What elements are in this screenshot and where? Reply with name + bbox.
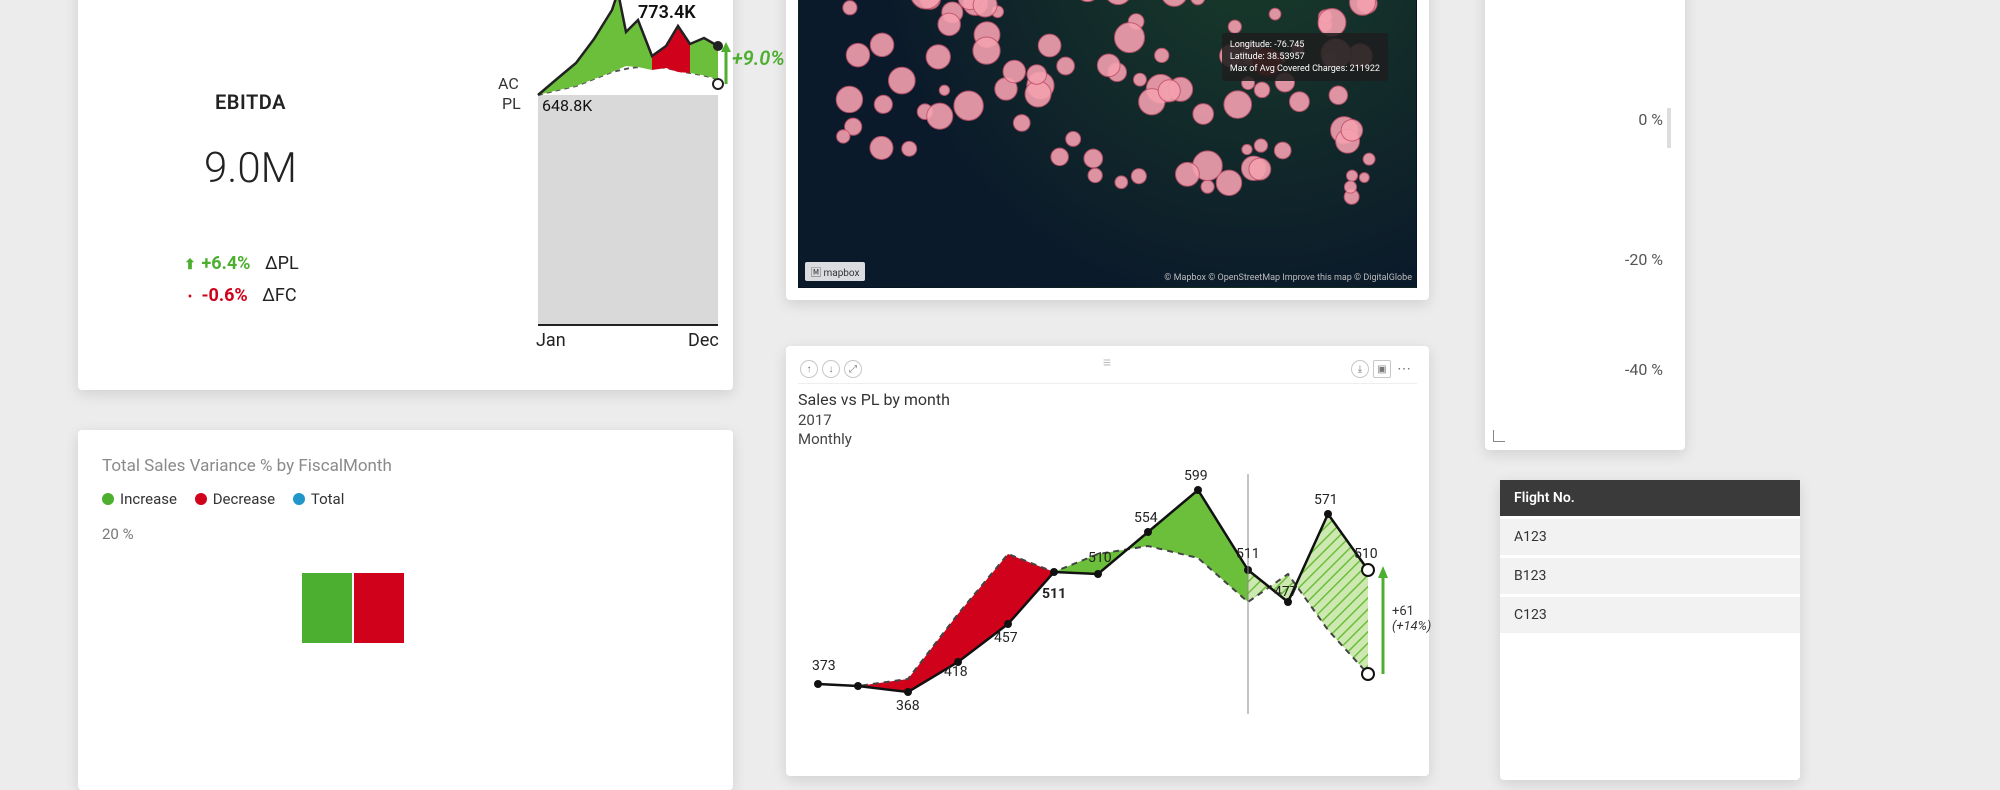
pt-label: 571 [1314,492,1338,508]
variance-y-tick: 20 % [102,525,709,543]
ebitda-pct-change: +9.0% [732,46,785,70]
sales-card: ↑ ↓ ⤢ ≡ ⤓ ▣ ⋯ Sales vs PL by month 2017 … [786,346,1429,776]
ebitda-title: EBITDA [78,90,423,114]
tooltip-lon-value: -76.745 [1274,40,1304,50]
ebitda-delta-fc-value: -0.6% [201,285,247,306]
ebitda-summary: EBITDA 9.0M ⬆ +6.4% ΔPL • -0.6% ΔFC [78,0,423,390]
flight-table: Flight No. A123 B123 C123 [1500,480,1800,633]
more-options-icon[interactable]: ⋯ [1395,360,1413,378]
dot-icon [293,493,305,505]
grip-icon[interactable]: ≡ [1094,361,1122,367]
waterfall-bar-decrease[interactable] [354,573,404,643]
sales-titles: Sales vs PL by month 2017 Monthly [798,390,1417,450]
y-tick: 0 % [1638,110,1663,129]
ebitda-ac-label: AC [498,74,519,93]
legend-decrease-label: Decrease [213,490,275,508]
flight-cell: B123 [1500,557,1800,596]
flight-cell: A123 [1500,518,1800,557]
pt-label: 457 [994,630,1018,646]
sales-toolbar: ↑ ↓ ⤢ ≡ ⤓ ▣ ⋯ [798,358,1417,384]
ebitda-sparkline: 773.4K +9.0% AC PL 648.8K Jan Dec [518,0,733,390]
tooltip-lon-label: Longitude: [1230,40,1272,50]
sales-annotation: +61 (+14%) [1392,604,1431,634]
waterfall-bar-increase[interactable] [302,573,352,643]
flight-cell: C123 [1500,596,1800,634]
dot-icon: • [183,285,197,310]
pt-label: 554 [1134,510,1158,526]
tooltip-lat-label: Latitude: [1230,52,1265,62]
corner-icon [1493,426,1509,442]
drill-down-icon[interactable]: ↓ [822,360,840,378]
map-canvas[interactable]: Longitude: -76.745 Latitude: 38.53957 Ma… [798,0,1417,288]
table-row[interactable]: C123 [1500,596,1800,634]
tooltip-metric-label: Max of Avg Covered Charges: [1230,64,1348,74]
sales-chart: 373 368 418 457 511 510 554 599 511 477 … [798,454,1417,754]
tooltip-metric-value: 211922 [1350,64,1380,74]
table-row[interactable]: A123 [1500,518,1800,557]
pt-label: 511 [1236,546,1260,562]
table-row[interactable]: B123 [1500,557,1800,596]
pt-label: 599 [1184,468,1208,484]
pt-label: 510 [1354,546,1378,562]
dot-icon [195,493,207,505]
expand-all-icon[interactable]: ⤢ [844,360,862,378]
pt-label: 373 [812,658,836,674]
sales-year: 2017 [798,411,1417,431]
ebitda-card: EBITDA 9.0M ⬆ +6.4% ΔPL • -0.6% ΔFC [78,0,733,390]
pt-label: 510 [1088,550,1112,566]
focus-mode-icon[interactable]: ▣ [1373,360,1391,378]
variance-bars [102,553,709,643]
y-tick: -40 % [1625,360,1663,379]
tick-mark [1667,108,1671,148]
ebitda-delta-pl-value: +6.4% [201,253,250,274]
map-attribution[interactable]: © Mapbox © OpenStreetMap Improve this ma… [1164,273,1412,283]
dot-icon [102,493,114,505]
right-axis-card: 20 % 0 % -20 % -40 % [1485,0,1685,450]
pt-label: 511 [1042,586,1066,602]
sales-annotation-delta: +61 [1392,604,1431,619]
ebitda-value: 9.0M [78,144,423,193]
ebitda-x-end: Dec [688,330,719,351]
ebitda-end-value: 773.4K [638,2,696,23]
tooltip-lat-value: 38.53957 [1267,52,1305,62]
pt-label: 477 [1274,584,1298,600]
sales-title: Sales vs PL by month [798,390,1417,411]
ebitda-delta-pl-label: ΔPL [265,253,299,274]
y-tick: -20 % [1625,250,1663,269]
pt-label: 368 [896,698,920,714]
sales-granularity: Monthly [798,430,1417,450]
ebitda-delta-pl: ⬆ +6.4% ΔPL [183,248,423,280]
legend-total-label: Total [311,490,345,508]
ebitda-delta-fc-label: ΔFC [262,285,296,306]
drill-up-icon[interactable]: ↑ [800,360,818,378]
sales-annotation-pct: (+14%) [1392,619,1431,634]
variance-title: Total Sales Variance % by FiscalMonth [102,456,709,476]
map-card: Longitude: -76.745 Latitude: 38.53957 Ma… [786,0,1429,300]
export-icon[interactable]: ⤓ [1351,360,1369,378]
legend-increase-label: Increase [120,490,177,508]
flight-table-card: Flight No. A123 B123 C123 [1500,480,1800,780]
ebitda-pl-label: PL [502,94,521,113]
ebitda-start-value: 648.8K [542,96,592,115]
map-tooltip: Longitude: -76.745 Latitude: 38.53957 Ma… [1222,33,1388,81]
variance-card: Total Sales Variance % by FiscalMonth In… [78,430,733,790]
legend-increase[interactable]: Increase [102,490,177,508]
up-icon: ⬆ [183,253,197,278]
ebitda-delta-fc: • -0.6% ΔFC [183,280,423,312]
legend-decrease[interactable]: Decrease [195,490,275,508]
mapbox-logo[interactable]: 🄼 mapbox [805,262,865,281]
flight-table-header[interactable]: Flight No. [1500,480,1800,518]
pt-label: 418 [944,664,968,680]
legend-total[interactable]: Total [293,490,345,508]
ebitda-x-start: Jan [536,330,566,351]
variance-legend: Increase Decrease Total [102,490,709,509]
